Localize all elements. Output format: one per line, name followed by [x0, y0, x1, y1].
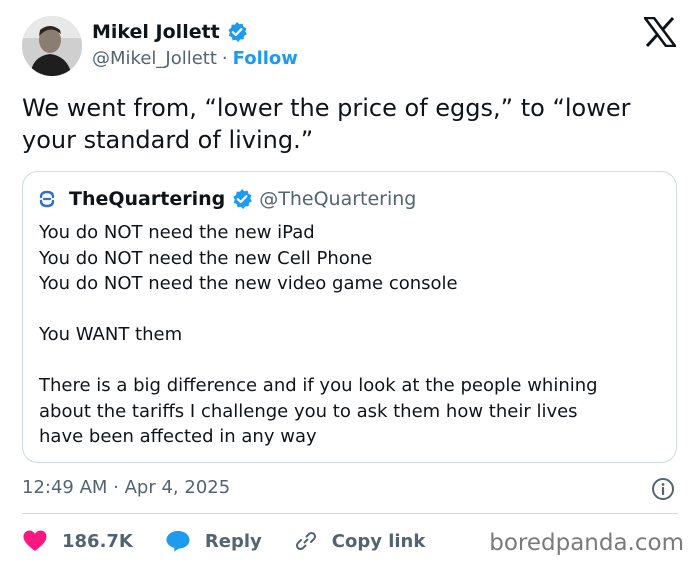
copy-link-button[interactable]: Copy link: [294, 529, 426, 553]
separator-dot: ·: [221, 48, 228, 69]
author-display-name[interactable]: Mikel Jollett: [92, 21, 220, 43]
quoted-text-line: about the tariffs I challenge you to ask…: [39, 400, 578, 422]
quoted-text-line: You WANT them: [39, 324, 183, 345]
copy-link-label: Copy link: [331, 530, 426, 552]
watermark: boredpanda.com: [489, 530, 684, 556]
author-handle-row: @Mikel_Jollett · Follow: [92, 48, 298, 69]
author-handle[interactable]: @Mikel_Jollett: [92, 48, 217, 69]
quoted-text-line: There is a big difference and if you loo…: [39, 375, 598, 396]
quoted-text-line: You do NOT need the new Cell Phone: [39, 247, 373, 269]
quoted-author-avatar-icon: [37, 189, 57, 209]
verified-badge-icon: [226, 21, 248, 43]
reply-button[interactable]: Reply: [165, 529, 262, 553]
quoted-tweet-card[interactable]: TheQuartering @TheQuartering You do NOT …: [22, 171, 677, 463]
quoted-author-handle[interactable]: @TheQuartering: [259, 188, 416, 210]
tweet-timestamp[interactable]: 12:49 AM · Apr 4, 2025: [22, 477, 230, 498]
verified-badge-icon: [231, 188, 253, 210]
quoted-tweet-header: TheQuartering @TheQuartering: [37, 188, 416, 210]
tweet-actions-bar: 186.7K Reply Copy link: [22, 528, 457, 554]
tweet-text: We went from, “lower the price of eggs,”…: [22, 92, 682, 156]
author-name-row: Mikel Jollett: [92, 21, 248, 43]
tweet-text-line: We went from, “lower the price of eggs,”…: [22, 94, 631, 122]
profile-photo-icon: [22, 16, 82, 76]
x-logo-icon[interactable]: [644, 17, 676, 47]
author-avatar[interactable]: [22, 16, 82, 76]
follow-button[interactable]: Follow: [233, 48, 298, 69]
link-icon: [295, 531, 316, 551]
reply-label: Reply: [204, 530, 262, 552]
like-count: 186.7K: [62, 530, 133, 552]
tweet-text-line: your standard of living.”: [22, 126, 314, 154]
quoted-author-name[interactable]: TheQuartering: [69, 188, 225, 210]
quoted-tweet-text: You do NOT need the new iPad You do NOT …: [39, 220, 598, 450]
quoted-text-line: You do NOT need the new video game conso…: [39, 273, 458, 294]
like-button[interactable]: 186.7K: [22, 529, 133, 553]
reply-bubble-icon: [166, 531, 190, 552]
quoted-text-line: have been affected in any way: [39, 426, 317, 447]
divider: [22, 513, 678, 514]
heart-icon: [23, 530, 47, 551]
quoted-text-line: You do NOT need the new iPad: [39, 222, 315, 243]
info-icon[interactable]: [651, 477, 675, 501]
